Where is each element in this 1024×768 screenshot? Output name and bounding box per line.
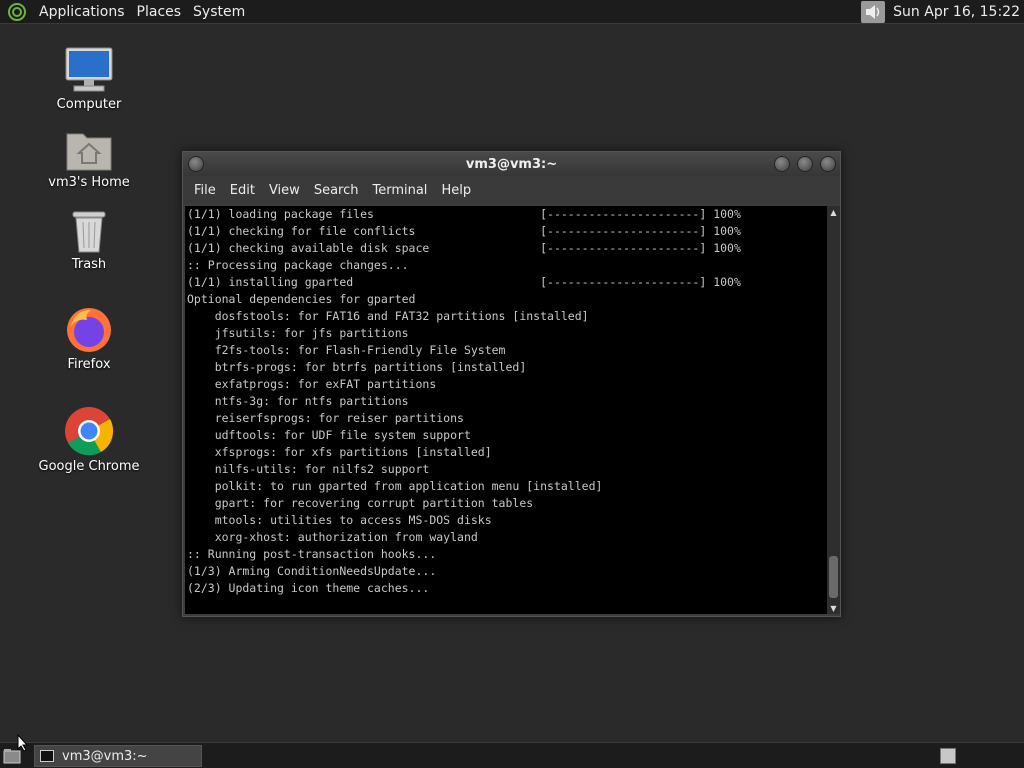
terminal-lines: (1/1) loading package files [-----------… [185, 206, 827, 597]
scrollbar-thumb[interactable] [829, 556, 838, 598]
terminal-line: dosfstools: for FAT16 and FAT32 partitio… [187, 309, 589, 323]
terminal-line: xfsprogs: for xfs partitions [installed] [187, 445, 492, 459]
terminal-output[interactable]: (1/1) loading package files [-----------… [185, 206, 827, 614]
maximize-button[interactable] [797, 156, 813, 172]
chrome-icon [65, 407, 114, 456]
terminal-line: ntfs-3g: for ntfs partitions [187, 394, 409, 408]
desktop-icon-chrome[interactable]: Google Chrome [29, 406, 149, 474]
terminal-line: mtools: utilities to access MS-DOS disks [187, 513, 492, 527]
terminal-line: xorg-xhost: authorization from wayland [187, 530, 478, 544]
menu-edit[interactable]: Edit [223, 183, 262, 198]
terminal-line: jfsutils: for jfs partitions [187, 326, 409, 340]
computer-icon [65, 47, 113, 92]
menu-file[interactable]: File [187, 183, 223, 198]
terminal-line: :: Processing package changes... [187, 258, 409, 272]
terminal-window[interactable]: vm3@vm3:~ File Edit View Search Terminal… [182, 151, 841, 617]
desktop-icon-label: Google Chrome [38, 459, 140, 474]
menu-applications[interactable]: Applications [33, 4, 131, 20]
mouse-cursor-icon [17, 734, 29, 752]
volume-icon[interactable] [861, 0, 886, 23]
close-button[interactable] [820, 156, 836, 172]
menu-search[interactable]: Search [307, 183, 366, 198]
terminal-menubar: File Edit View Search Terminal Help [183, 176, 840, 204]
terminal-titlebar[interactable]: vm3@vm3:~ [183, 152, 840, 176]
terminal-line: :: Running post-transaction hooks... [187, 547, 437, 561]
desktop-icon-label: vm3's Home [48, 175, 130, 190]
terminal-line: (2/3) Updating icon theme caches... [187, 581, 430, 595]
desktop-icon-label: Trash [71, 257, 107, 272]
minimize-button[interactable] [774, 156, 790, 172]
panel-tray: Sun Apr 16, 15:22 [861, 0, 1024, 24]
menu-system[interactable]: System [187, 4, 251, 20]
terminal-line: polkit: to run gparted from application … [187, 479, 603, 493]
menu-terminal[interactable]: Terminal [365, 183, 434, 198]
desktop-icon-firefox[interactable]: Firefox [29, 306, 149, 372]
terminal-line: (1/3) Arming ConditionNeedsUpdate... [187, 564, 437, 578]
menu-view[interactable]: View [262, 183, 307, 198]
terminal-line: udftools: for UDF file system support [187, 428, 471, 442]
terminal-line: btrfs-progs: for btrfs partitions [insta… [187, 360, 527, 374]
menu-places[interactable]: Places [131, 4, 188, 20]
terminal-line: (1/1) checking for file conflicts [-----… [187, 224, 741, 238]
taskbar-item-terminal[interactable]: vm3@vm3:~ [34, 745, 202, 767]
trash-icon [72, 211, 106, 253]
firefox-icon [67, 308, 111, 352]
desktop-icon-trash[interactable]: Trash [29, 208, 149, 272]
window-title: vm3@vm3:~ [465, 156, 558, 172]
terminal-line: reiserfsprogs: for reiser partitions [187, 411, 464, 425]
mate-logo-icon[interactable] [7, 2, 27, 22]
terminal-line: nilfs-utils: for nilfs2 support [187, 462, 430, 476]
terminal-line: gpart: for recovering corrupt partition … [187, 496, 534, 510]
terminal-line: (1/1) loading package files [-----------… [187, 207, 741, 221]
clock[interactable]: Sun Apr 16, 15:22 [893, 4, 1024, 20]
desktop-icon-computer[interactable]: Computer [29, 46, 149, 112]
menu-help[interactable]: Help [434, 183, 478, 198]
terminal-line: exfatprogs: for exFAT partitions [187, 377, 437, 391]
workspace-switcher[interactable] [940, 748, 956, 764]
bottom-panel: vm3@vm3:~ [0, 742, 1024, 768]
desktop-icon-label: Computer [56, 97, 122, 112]
terminal-icon [40, 750, 54, 762]
scroll-down-arrow-icon[interactable]: ▼ [827, 602, 840, 614]
taskbar-item-label: vm3@vm3:~ [62, 748, 148, 764]
desktop-icon-home[interactable]: vm3's Home [29, 128, 149, 190]
terminal-line: (1/1) checking available disk space [---… [187, 241, 741, 255]
terminal-line: Optional dependencies for gparted [187, 292, 416, 306]
desktop-icon-label: Firefox [67, 357, 111, 372]
top-panel: Applications Places System Sun Apr 16, 1… [0, 0, 1024, 24]
terminal-line: f2fs-tools: for Flash-Friendly File Syst… [187, 343, 506, 357]
terminal-line: (1/1) installing gparted [--------------… [187, 275, 741, 289]
home-folder-icon [66, 133, 112, 171]
scroll-up-arrow-icon[interactable]: ▲ [827, 206, 840, 218]
terminal-scrollbar[interactable]: ▲ ▼ [827, 206, 840, 614]
